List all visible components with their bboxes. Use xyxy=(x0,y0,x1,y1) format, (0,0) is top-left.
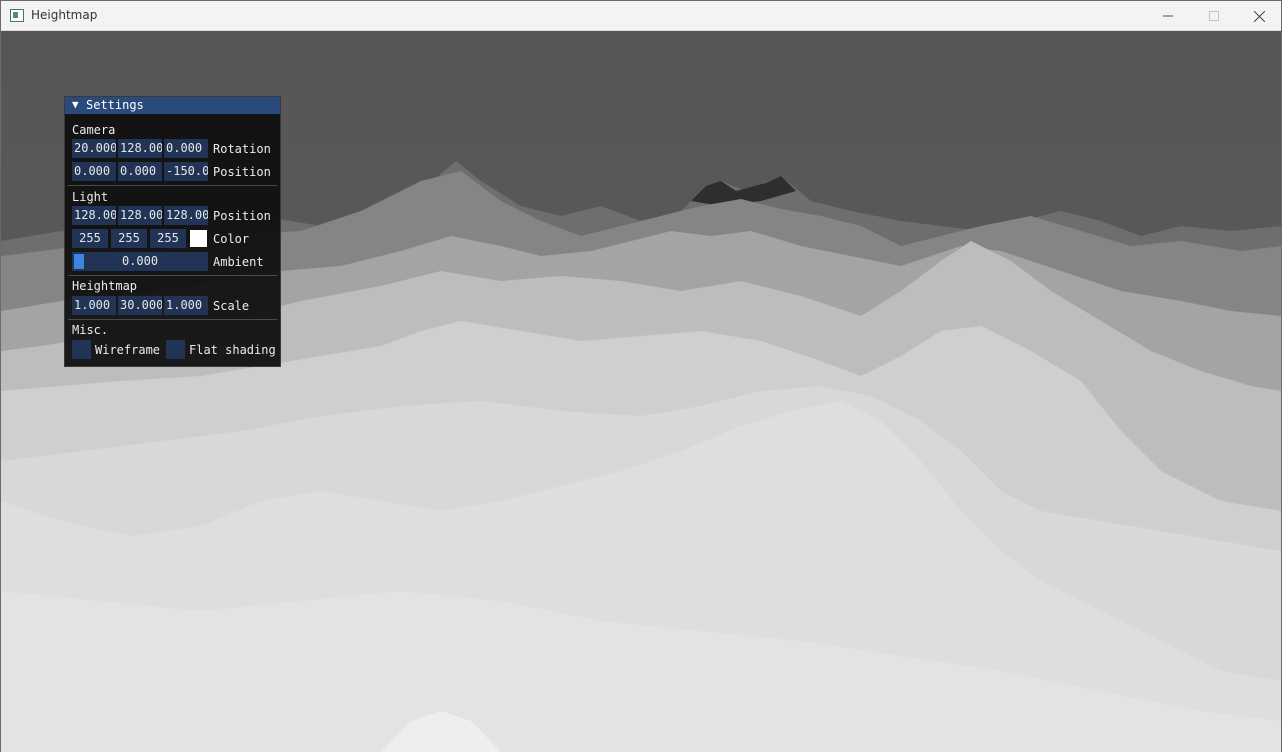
camera-position-z[interactable]: -150.0( xyxy=(164,162,208,181)
app-icon xyxy=(10,9,24,22)
camera-rotation-label: Rotation xyxy=(213,142,271,156)
camera-position-label: Position xyxy=(213,165,271,179)
heightmap-scale-z[interactable]: 1.000 xyxy=(164,296,208,315)
window-title: Heightmap xyxy=(31,8,98,22)
flat-shading-checkbox[interactable] xyxy=(166,340,185,359)
light-position-y[interactable]: 128.00 xyxy=(118,206,162,225)
minimize-icon xyxy=(1163,15,1173,17)
wireframe-label: Wireframe xyxy=(95,343,161,357)
app-window: Heightmap ▼ Settings Camera 20.000 128.0… xyxy=(0,0,1282,752)
camera-header: Camera xyxy=(72,123,116,137)
separator xyxy=(68,319,277,320)
heightmap-scale-y[interactable]: 30.000 xyxy=(118,296,162,315)
separator xyxy=(68,185,277,186)
light-color-r[interactable]: 255 xyxy=(72,229,108,248)
heightmap-scale-label: Scale xyxy=(213,299,250,313)
camera-position-y[interactable]: 0.000 xyxy=(118,162,162,181)
light-position-x[interactable]: 128.00 xyxy=(72,206,116,225)
light-header: Light xyxy=(72,190,109,204)
collapse-arrow-icon[interactable]: ▼ xyxy=(72,98,79,111)
camera-rotation-z[interactable]: 0.000 xyxy=(164,139,208,158)
camera-rotation-y[interactable]: 128.00 xyxy=(118,139,162,158)
flat-shading-label: Flat shading xyxy=(189,343,276,357)
minimize-button[interactable] xyxy=(1145,1,1191,31)
maximize-icon xyxy=(1209,11,1219,21)
light-color-swatch[interactable] xyxy=(190,230,207,247)
ambient-value: 0.000 xyxy=(121,254,159,268)
camera-position-x[interactable]: 0.000 xyxy=(72,162,116,181)
settings-panel: ▼ Settings Camera 20.000 128.00 0.000 Ro… xyxy=(64,96,281,367)
light-color-b[interactable]: 255 xyxy=(150,229,186,248)
camera-rotation-x[interactable]: 20.000 xyxy=(72,139,116,158)
light-color-g[interactable]: 255 xyxy=(111,229,147,248)
light-position-z[interactable]: 128.00( xyxy=(164,206,208,225)
misc-header: Misc. xyxy=(72,323,109,337)
wireframe-checkbox[interactable] xyxy=(72,340,91,359)
settings-header[interactable]: ▼ Settings xyxy=(65,97,280,114)
light-position-label: Position xyxy=(213,209,271,223)
heightmap-header: Heightmap xyxy=(72,279,138,293)
close-button[interactable] xyxy=(1236,1,1282,31)
heightmap-scale-x[interactable]: 1.000 xyxy=(72,296,116,315)
maximize-button[interactable] xyxy=(1191,1,1237,31)
ambient-slider[interactable]: 0.000 xyxy=(72,252,208,271)
separator xyxy=(68,275,277,276)
ambient-label: Ambient xyxy=(213,255,264,269)
title-bar[interactable]: Heightmap xyxy=(1,1,1281,31)
settings-title: Settings xyxy=(86,98,144,112)
close-icon xyxy=(1253,10,1265,22)
light-color-label: Color xyxy=(213,232,250,246)
